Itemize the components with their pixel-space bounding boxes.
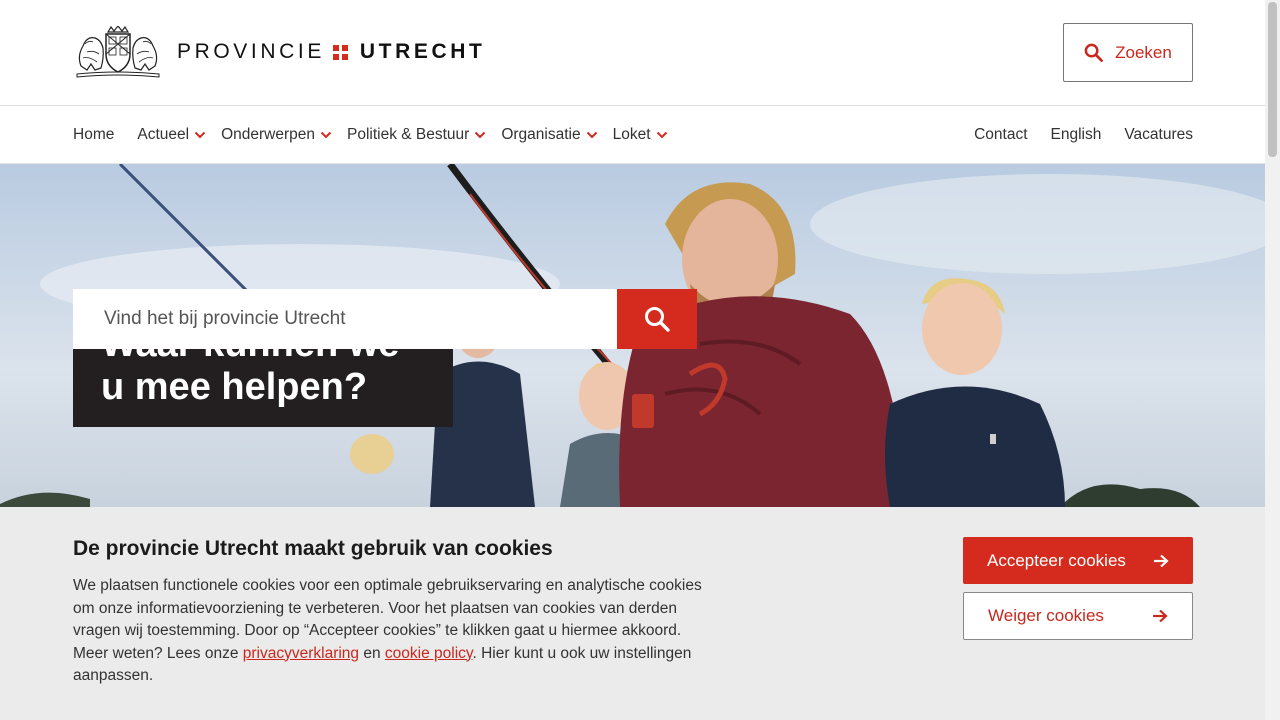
nav-item-actueel[interactable]: Actueel: [137, 126, 206, 144]
chevron-down-icon: [194, 131, 206, 138]
secondary-nav: Contact English Vacatures: [974, 106, 1193, 163]
refuse-cookies-label: Weiger cookies: [988, 606, 1104, 625]
site-header: PROVINCIE UTRECHT Zoeken: [0, 0, 1265, 106]
hero-title-line2: u mee helpen?: [101, 366, 368, 408]
nav-item-politiek-bestuur[interactable]: Politiek & Bestuur: [347, 126, 486, 144]
arrow-right-icon: [1153, 609, 1168, 623]
cookie-policy-link[interactable]: cookie policy: [385, 645, 473, 662]
cookie-banner: De provincie Utrecht maakt gebruik van c…: [0, 507, 1265, 720]
hero-search-input[interactable]: Vind het bij provincie Utrecht: [73, 289, 617, 349]
site-logo[interactable]: PROVINCIE UTRECHT: [73, 26, 485, 78]
nav-item-label: Politiek & Bestuur: [346, 125, 470, 143]
search-icon: [645, 307, 670, 332]
nav-item-label: Home: [73, 125, 115, 143]
nav-link-english[interactable]: English: [1051, 126, 1102, 144]
primary-nav: Home Actueel Onderwerpen Politiek & Best…: [73, 106, 683, 163]
nav-item-label: Loket: [612, 125, 651, 143]
chevron-down-icon: [586, 131, 597, 138]
accept-cookies-button[interactable]: Accepteer cookies: [963, 537, 1193, 584]
accept-cookies-label: Accepteer cookies: [987, 550, 1126, 570]
chevron-down-icon: [656, 131, 667, 138]
cookie-banner-text: We plaatsen functionele cookies voor een…: [73, 575, 713, 688]
nav-item-label: Onderwerpen: [221, 125, 315, 143]
nav-item-onderwerpen[interactable]: Onderwerpen: [221, 126, 332, 144]
privacy-statement-link[interactable]: privacyverklaring: [243, 645, 359, 662]
header-search-label: Zoeken: [1115, 42, 1172, 62]
main-navigation: Home Actueel Onderwerpen Politiek & Best…: [0, 106, 1265, 164]
brand-dots-icon: [332, 44, 348, 60]
nav-item-home[interactable]: Home: [73, 126, 114, 144]
search-icon: [1084, 43, 1104, 62]
page-scrollbar[interactable]: [1265, 0, 1280, 720]
nav-item-label: Actueel: [137, 125, 190, 143]
cookie-banner-title: De provincie Utrecht maakt gebruik van c…: [73, 537, 553, 560]
coat-of-arms-logo: [76, 26, 160, 78]
nav-link-contact[interactable]: Contact: [974, 126, 1027, 144]
site-wordmark: PROVINCIE UTRECHT: [177, 40, 485, 64]
scrollbar-thumb[interactable]: [1268, 2, 1277, 157]
brand-name-part1: PROVINCIE: [177, 40, 325, 63]
chevron-down-icon: [320, 131, 332, 138]
cookie-text-part2: en: [359, 644, 385, 662]
arrow-right-icon: [1154, 554, 1169, 567]
refuse-cookies-button[interactable]: Weiger cookies: [963, 592, 1193, 640]
nav-item-organisatie[interactable]: Organisatie: [501, 126, 597, 144]
hero-search-placeholder: Vind het bij provincie Utrecht: [104, 308, 346, 329]
nav-item-label: Organisatie: [501, 125, 581, 143]
hero-search-button[interactable]: [617, 289, 697, 349]
nav-item-loket[interactable]: Loket: [613, 126, 668, 144]
chevron-down-icon: [475, 131, 486, 138]
header-search-button[interactable]: Zoeken: [1063, 23, 1193, 82]
brand-name-part2: UTRECHT: [359, 40, 486, 63]
nav-link-vacatures[interactable]: Vacatures: [1124, 126, 1193, 144]
